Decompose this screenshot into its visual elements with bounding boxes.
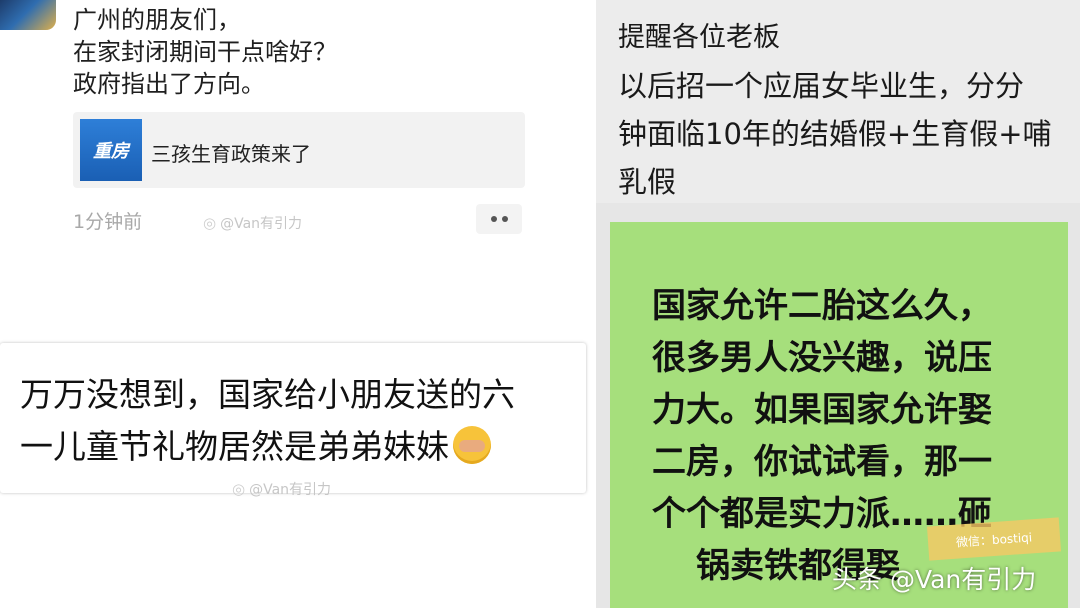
comment-body: 万万没想到，国家给小朋友送的六 一儿童节礼物居然是弟弟妹妹 — [20, 369, 580, 473]
poster-line: 很多男人没兴趣，说压 — [652, 338, 992, 378]
poster-line: 国家允许二胎这么久， — [652, 286, 992, 326]
post-body: 广州的朋友们， 在家封闭期间干点啥好？ 政府指出了方向。 — [73, 4, 513, 100]
notice-body: 提醒各位老板 以后招一个应届女毕业生，分分 钟面临10年的结婚假+生育假+哺 乳… — [618, 14, 1068, 206]
post-line: 在家封闭期间干点啥好？ — [73, 38, 337, 66]
notice-heading: 提醒各位老板 — [618, 22, 780, 53]
more-dot-icon — [490, 216, 497, 222]
comment-line-text: 一儿童节礼物居然是弟弟妹妹 — [20, 427, 449, 466]
more-dot-icon — [501, 216, 508, 222]
more-options-button[interactable] — [476, 204, 522, 234]
weibo-watermark: ◎ @Van有引力 — [232, 479, 331, 499]
notice-line: 乳假 — [618, 165, 677, 199]
facepalm-emoji-icon — [453, 426, 491, 464]
poster-line: 二房，你试试看，那一 — [652, 442, 992, 482]
toutiao-source-watermark: 头条 @Van有引力 — [832, 565, 1037, 594]
weibo-icon: ◎ — [232, 480, 246, 498]
notice-line: 钟面临10年的结婚假+生育假+哺 — [618, 117, 1052, 151]
shared-link-card[interactable]: 重房 三孩生育政策来了 — [73, 112, 525, 188]
weibo-icon: ◎ — [203, 214, 217, 232]
post-timestamp: 1分钟前 — [73, 211, 143, 233]
post-line: 政府指出了方向。 — [73, 70, 265, 98]
watermark-text: @Van有引力 — [249, 482, 332, 498]
user-avatar[interactable] — [0, 0, 56, 30]
weibo-watermark: ◎ @Van有引力 — [203, 213, 302, 233]
poster-line: 力大。如果国家允许娶 — [652, 390, 992, 430]
link-title: 三孩生育政策来了 — [151, 142, 311, 166]
notice-line: 以后招一个应届女毕业生，分分 — [618, 69, 1025, 103]
watermark-text: @Van有引力 — [220, 216, 303, 232]
link-thumbnail: 重房 — [80, 119, 142, 181]
comment-line: 一儿童节礼物居然是弟弟妹妹 — [20, 421, 580, 473]
comment-line: 万万没想到，国家给小朋友送的六 — [20, 375, 515, 414]
post-line: 广州的朋友们， — [73, 6, 241, 34]
comment-card: 万万没想到，国家给小朋友送的六 一儿童节礼物居然是弟弟妹妹 — [0, 343, 586, 493]
